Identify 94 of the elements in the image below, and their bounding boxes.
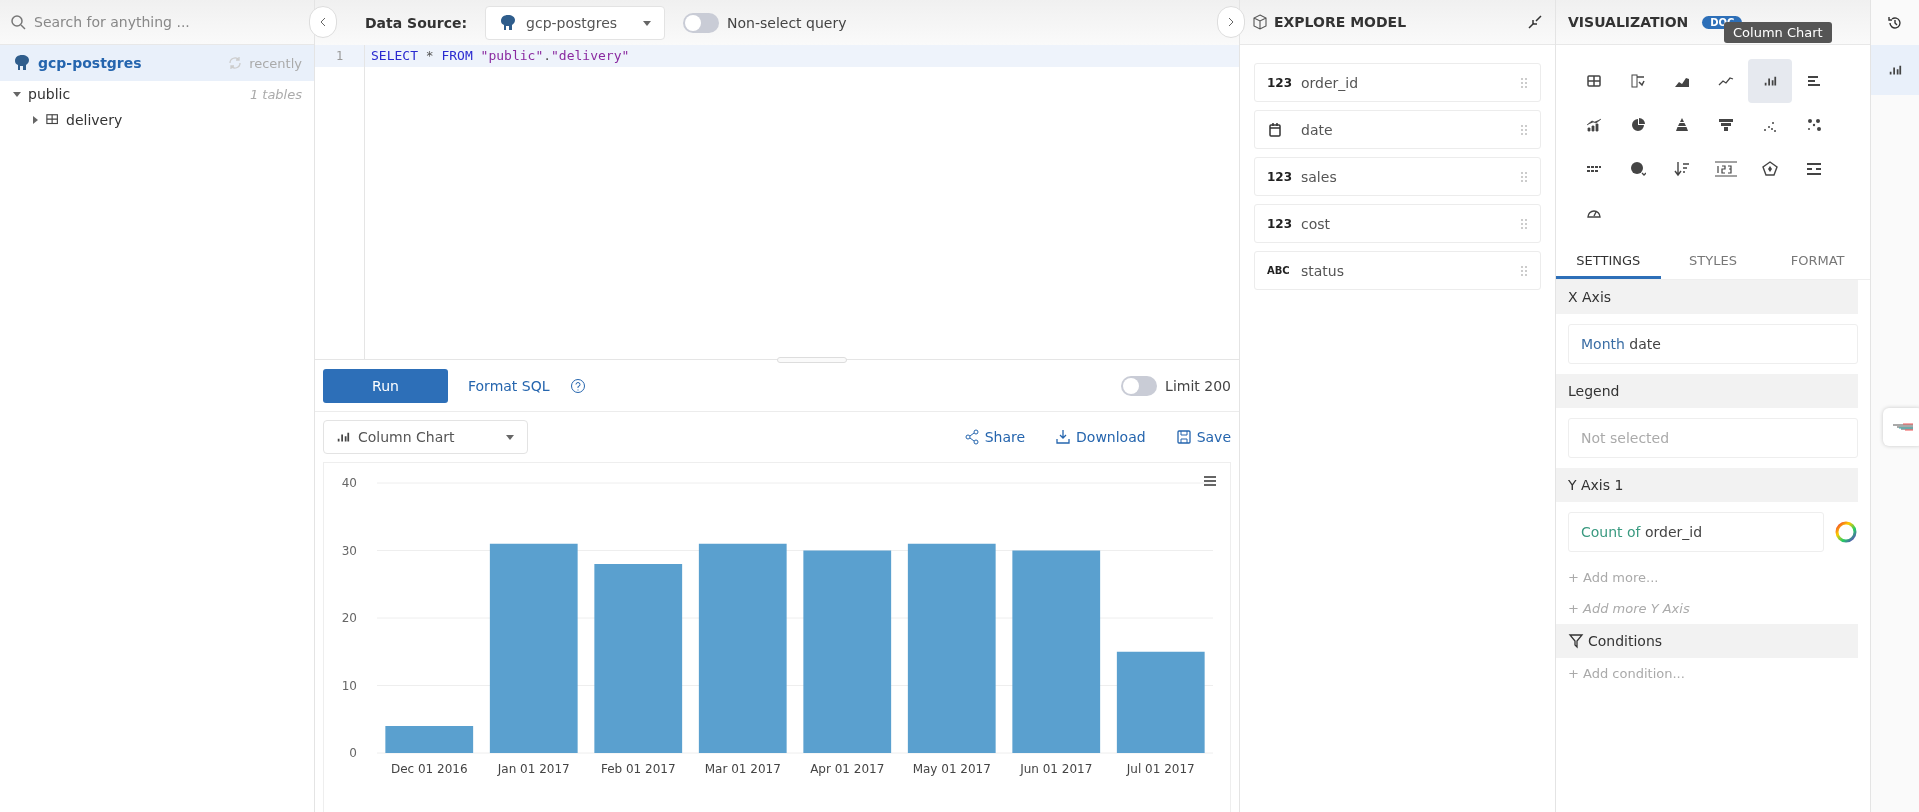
history-icon <box>1887 14 1903 31</box>
model-field[interactable]: date <box>1254 110 1541 149</box>
format-sql-button[interactable]: Format SQL <box>468 377 550 394</box>
toggle-label: Limit 200 <box>1165 377 1231 394</box>
drag-handle-icon <box>1520 123 1528 136</box>
database-icon <box>12 53 32 73</box>
menu-icon <box>1202 473 1218 489</box>
axis-tick-label: 0 <box>349 746 357 760</box>
axis-tick-label: Jan 01 2017 <box>497 762 570 776</box>
collapse-icon <box>1527 14 1543 30</box>
number-chart-icon <box>1714 161 1738 177</box>
y-axis-field[interactable]: Count of order_id <box>1568 512 1824 552</box>
sort-icon <box>1674 161 1690 177</box>
axis-tick-label: Jul 01 2017 <box>1126 762 1195 776</box>
search-field[interactable]: Search for anything ... <box>32 13 304 31</box>
axis-tick-label: 30 <box>341 543 357 558</box>
section-header: Conditions <box>1588 633 1663 649</box>
number-type-label: 123 <box>1267 216 1291 231</box>
datasource-name[interactable]: gcp-postgres <box>38 55 222 71</box>
number-type-label: 123 <box>1267 169 1291 184</box>
sync-status: recently <box>249 55 302 71</box>
axis-tick-label: Feb 01 2017 <box>600 762 676 776</box>
section-header: X Axis <box>1556 280 1858 314</box>
pie-chart-icon <box>1630 117 1646 133</box>
search-bar[interactable]: Search for anything ... <box>0 0 314 45</box>
tree-item[interactable]: public <box>28 86 244 102</box>
run-button[interactable]: Run <box>323 368 448 403</box>
settings-tab[interactable]: STYLES <box>1660 245 1766 279</box>
text-type-label: ABC <box>1267 265 1291 276</box>
section-header: Y Axis 1 <box>1556 468 1858 502</box>
panel-title: VISUALIZATION <box>1568 14 1689 30</box>
axis-tick-label: Apr 01 2017 <box>810 762 885 776</box>
pivot-table-icon <box>1630 73 1646 89</box>
caret-icon <box>505 432 515 442</box>
pyramid-chart-icon <box>1674 117 1690 133</box>
divider-icon <box>1806 161 1822 177</box>
help-icon <box>569 377 586 394</box>
refresh-icon <box>227 55 244 71</box>
column-chart-icon <box>1888 63 1902 77</box>
settings-tab[interactable]: FORMAT <box>1765 245 1870 279</box>
chevron-right-icon <box>1226 17 1236 27</box>
axis-tick-label: 10 <box>341 678 357 693</box>
drag-handle-icon <box>1520 264 1528 277</box>
limit-toggle[interactable] <box>1121 375 1158 396</box>
non-select-toggle[interactable] <box>683 12 720 33</box>
search-icon <box>10 14 26 30</box>
widget-button[interactable] <box>1883 408 1919 446</box>
calendar-icon <box>1267 121 1283 138</box>
funnel-chart-icon <box>1718 117 1734 133</box>
lines-icon <box>1891 421 1915 433</box>
axis-tick-label: Mar 01 2017 <box>704 762 781 776</box>
share-icon <box>963 429 980 445</box>
model-field[interactable]: 123 order_id <box>1254 63 1541 102</box>
drag-handle-icon <box>1520 170 1528 183</box>
chevron-left-icon <box>318 17 328 27</box>
column-chart-icon <box>336 430 350 444</box>
action-button[interactable]: Share <box>963 429 1026 445</box>
color-wheel-icon <box>1834 520 1858 544</box>
axis-tick-label: Jun 01 2017 <box>1020 762 1093 776</box>
axis-tick-label: May 01 2017 <box>912 762 991 776</box>
section-header: Legend <box>1556 374 1858 408</box>
number-type-label: 123 <box>1267 75 1291 90</box>
resize-handle[interactable] <box>777 357 847 363</box>
table-count: 1 tables <box>249 86 302 102</box>
data-source-label: Data Source: <box>365 14 468 31</box>
axis-tick-label: 40 <box>341 476 357 490</box>
action-button[interactable]: Save <box>1175 429 1231 445</box>
cube-icon <box>1252 14 1268 30</box>
panel-title: EXPLORE MODEL <box>1274 14 1408 30</box>
column-chart-icon <box>1763 74 1777 88</box>
filter-icon <box>1568 633 1584 649</box>
combo-chart-icon <box>1586 117 1602 133</box>
tree-item[interactable]: delivery <box>66 112 302 128</box>
axis-tick-label: 20 <box>341 611 357 625</box>
bar-chart-icon <box>1806 73 1822 89</box>
save-icon <box>1175 429 1192 445</box>
axis-tick-label: Dec 01 2016 <box>390 762 468 776</box>
caret-icon <box>30 114 40 125</box>
action-button[interactable]: Download <box>1055 429 1146 445</box>
x-axis-field[interactable]: Month date <box>1568 324 1858 364</box>
table-icon <box>46 113 60 127</box>
radar-chart-icon <box>1762 161 1778 177</box>
chart-type-select[interactable]: Column Chart <box>323 420 528 454</box>
bubble-chart-icon <box>1806 117 1822 133</box>
line-number: 1 <box>315 45 364 67</box>
drag-handle-icon <box>1520 76 1528 89</box>
toggle-label: Non-select query <box>727 14 847 31</box>
table-icon <box>1586 73 1602 89</box>
model-field[interactable]: 123 cost <box>1254 204 1541 243</box>
model-field[interactable]: 123 sales <box>1254 157 1541 196</box>
drag-handle-icon <box>1520 217 1528 230</box>
download-icon <box>1055 429 1072 445</box>
model-field[interactable]: ABC status <box>1254 251 1541 290</box>
data-source-select[interactable]: gcp-postgres <box>485 5 666 40</box>
